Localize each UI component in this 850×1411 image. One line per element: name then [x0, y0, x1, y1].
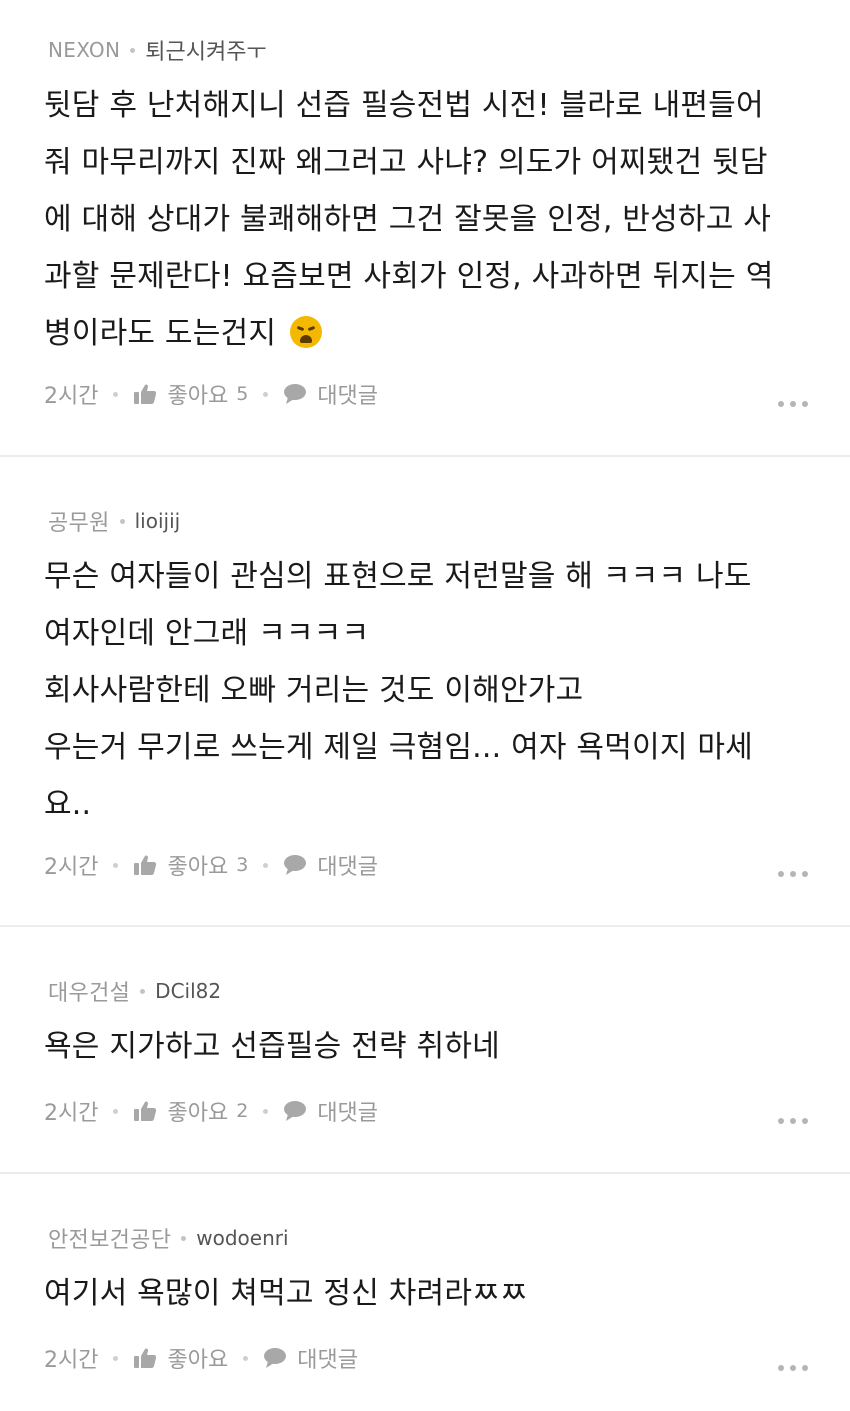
separator-dot: [263, 862, 269, 868]
like-count: 2: [236, 1100, 249, 1122]
more-dot: [802, 1365, 808, 1371]
like-label: 좋아요: [167, 1101, 229, 1126]
separator-dot: [113, 1108, 119, 1114]
nickname: DCil82: [155, 979, 222, 1003]
more-dot: [790, 1118, 796, 1124]
more-dot: [802, 401, 808, 407]
separator-dot: [263, 1108, 269, 1114]
comment-meta: 대우건설 DCil82: [48, 975, 221, 1007]
more-dot: [778, 1365, 784, 1371]
more-dot: [778, 401, 784, 407]
nickname: 퇴근시켜주ㅜ: [145, 40, 267, 65]
comment-item: 안전보건공단 wodoenri 여기서 욕많이 쳐먹고 정신 차려라ㅉㅉ 2시간…: [0, 1174, 850, 1411]
comment-item: 공무원 lioijij 무슨 여자들이 관심의 표현으로 저런말을 해 ㅋㅋㅋ …: [0, 457, 850, 927]
more-dot: [790, 1365, 796, 1371]
comment-time: 2시간: [44, 384, 99, 409]
reply-button[interactable]: 대댓글: [283, 849, 378, 881]
company-name: NEXON: [48, 38, 121, 62]
reply-label: 대댓글: [317, 855, 379, 880]
speech-bubble-icon: [283, 1100, 307, 1122]
reply-label: 대댓글: [317, 384, 379, 409]
more-options-button[interactable]: [778, 1118, 808, 1124]
speech-bubble-icon: [283, 854, 307, 876]
more-dot: [790, 871, 796, 877]
like-button[interactable]: 좋아요 5: [133, 378, 248, 410]
separator-dot: [243, 1355, 249, 1361]
comment-text: 욕은 지가하고 선즙필승 전략 취하네: [44, 1029, 500, 1064]
reply-button[interactable]: 대댓글: [283, 378, 378, 410]
separator-dot: [119, 518, 125, 524]
separator-dot: [263, 391, 269, 397]
like-label: 좋아요: [167, 1348, 229, 1373]
reply-label: 대댓글: [317, 1101, 379, 1126]
thumbs-up-icon: [133, 1347, 157, 1369]
reply-label: 대댓글: [297, 1348, 358, 1373]
speech-bubble-icon: [263, 1347, 287, 1369]
more-dot: [778, 1118, 784, 1124]
more-dot: [802, 871, 808, 877]
like-label: 좋아요: [167, 855, 229, 880]
separator-dot: [113, 391, 119, 397]
comment-text-block: 뒷담 후 난처해지니 선즙 필승전법 시전! 블라로 내편들어 줘 마무리까지 …: [44, 77, 806, 362]
more-dot: [790, 401, 796, 407]
separator-dot: [113, 862, 119, 868]
like-button[interactable]: 좋아요 2: [133, 1095, 248, 1127]
comment-text: 여기서 욕많이 쳐먹고 정신 차려라ㅉㅉ: [44, 1276, 528, 1311]
comment-actions: 2시간 좋아요 2 대댓글: [44, 1095, 810, 1127]
comment-time: 2시간: [44, 1348, 99, 1373]
comment-text: 무슨 여자들이 관심의 표현으로 저런말을 해 ㅋㅋㅋ 나도 여자인데 안그래 …: [44, 559, 753, 822]
comment-actions: 2시간 좋아요 5 대댓글: [44, 378, 810, 410]
weary-face-icon: [289, 316, 322, 348]
comment-feed: NEXON 퇴근시켜주ㅜ 뒷담 후 난처해지니 선즙 필승전법 시전! 블라로 …: [0, 0, 850, 1411]
thumbs-up-icon: [133, 1100, 157, 1122]
more-options-button[interactable]: [778, 401, 808, 407]
more-dot: [778, 871, 784, 877]
separator-dot: [140, 988, 146, 994]
comment-actions: 2시간 좋아요 대댓글: [44, 1342, 810, 1374]
nickname: wodoenri: [196, 1226, 289, 1250]
reply-button[interactable]: 대댓글: [263, 1342, 358, 1374]
separator-dot: [181, 1235, 187, 1241]
comment-item: 대우건설 DCil82 욕은 지가하고 선즙필승 전략 취하네 2시간 좋아요 …: [0, 927, 850, 1174]
like-button[interactable]: 좋아요: [133, 1342, 228, 1374]
thumbs-up-icon: [133, 383, 157, 405]
reply-button[interactable]: 대댓글: [283, 1095, 378, 1127]
company-name: 안전보건공단: [48, 1228, 172, 1253]
comment-meta: 공무원 lioijij: [48, 505, 180, 537]
separator-dot: [113, 1355, 119, 1361]
comment-item: NEXON 퇴근시켜주ㅜ 뒷담 후 난처해지니 선즙 필승전법 시전! 블라로 …: [0, 0, 850, 457]
comment-actions: 2시간 좋아요 3 대댓글: [44, 849, 810, 881]
speech-bubble-icon: [283, 383, 307, 405]
company-name: 대우건설: [48, 981, 131, 1006]
more-dot: [802, 1118, 808, 1124]
like-label: 좋아요: [167, 384, 229, 409]
like-button[interactable]: 좋아요 3: [133, 849, 248, 881]
company-name: 공무원: [48, 511, 110, 536]
comment-meta: NEXON 퇴근시켜주ㅜ: [48, 34, 267, 66]
more-options-button[interactable]: [778, 1365, 808, 1371]
nickname: lioijij: [134, 509, 181, 533]
comment-text: 뒷담 후 난처해지니 선즙 필승전법 시전! 블라로 내편들어 줘 마무리까지 …: [44, 88, 774, 351]
thumbs-up-icon: [133, 854, 157, 876]
separator-dot: [130, 47, 136, 53]
more-options-button[interactable]: [778, 871, 808, 877]
like-count: 3: [236, 854, 249, 876]
like-count: 5: [236, 383, 249, 405]
comment-meta: 안전보건공단 wodoenri: [48, 1222, 289, 1254]
comment-time: 2시간: [44, 1101, 99, 1126]
comment-time: 2시간: [44, 855, 99, 880]
